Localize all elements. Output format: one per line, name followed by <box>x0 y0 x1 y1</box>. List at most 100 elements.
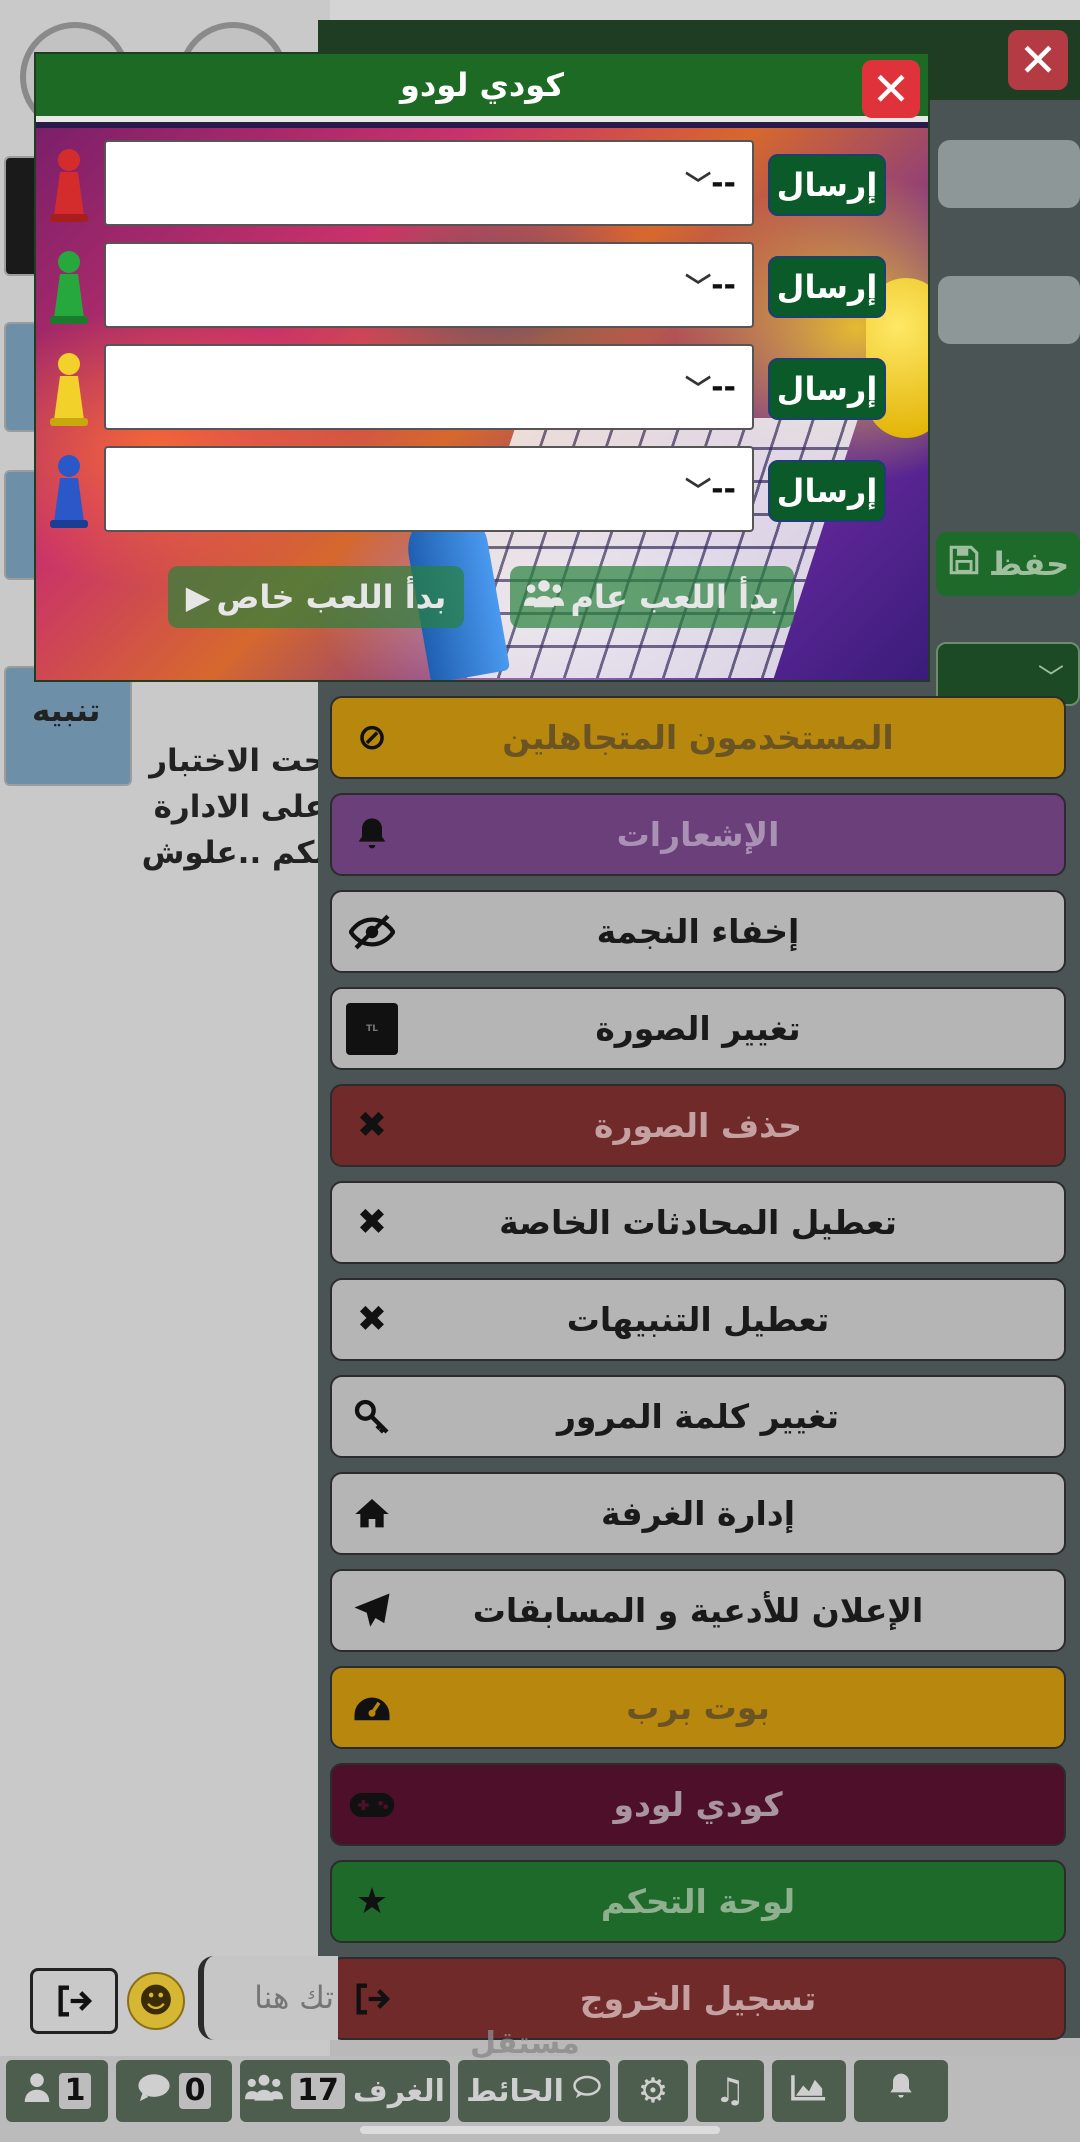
menu-disable-private-chats[interactable]: ✖ تعطيل المحادثات الخاصة <box>330 1181 1066 1264</box>
menu-label: المستخدمون المتجاهلين <box>502 718 894 757</box>
notifications-button[interactable] <box>854 2060 948 2122</box>
send-label: إرسال <box>776 166 878 204</box>
chevron-down-icon: ﹀ <box>685 170 712 201</box>
leave-room-button[interactable] <box>30 1968 118 2034</box>
send-button[interactable]: إرسال <box>768 256 886 318</box>
area-chart-icon <box>790 2072 828 2110</box>
comments-icon <box>572 2073 602 2109</box>
send-button[interactable]: إرسال <box>768 460 886 522</box>
chat-message: تنبيه <box>20 688 220 734</box>
menu-logout[interactable]: تسجيل الخروج <box>330 1957 1066 2040</box>
player-select[interactable]: -- ﹀ <box>104 242 754 328</box>
menu-disable-alerts[interactable]: ✖ تعطيل التنبيهات <box>330 1278 1066 1361</box>
music-button[interactable]: ♫ <box>696 2060 764 2122</box>
menu-delete-photo[interactable]: ✖ حذف الصورة <box>330 1084 1066 1167</box>
menu-hide-star[interactable]: إخفاء النجمة <box>330 890 1066 973</box>
menu-brb-bot[interactable]: بوت برب <box>330 1666 1066 1749</box>
select-value: -- <box>711 165 736 201</box>
blue-pawn-icon <box>50 455 88 528</box>
save-button[interactable]: حفظ <box>936 532 1080 596</box>
chat-line: حت الاختبار <box>149 743 326 779</box>
play-icon: ▶ <box>185 578 211 616</box>
menu-label: تسجيل الخروج <box>579 1979 817 2018</box>
dialog-body: -- ﹀ إرسال -- ﹀ إرسال -- ﹀ إرسال -- ﹀ إر… <box>36 128 928 680</box>
chevron-down-icon: ﹀ <box>685 374 712 405</box>
x-icon: ✖ <box>356 1105 388 1146</box>
menu-label: تعطيل المحادثات الخاصة <box>499 1203 897 1242</box>
yellow-pawn-icon <box>50 353 88 426</box>
dialog-header: كودي لودو <box>36 54 928 122</box>
rooms-button[interactable]: 17 الغرف <box>240 2060 450 2122</box>
play-private-button[interactable]: بدأ اللعب خاص ▶ <box>168 566 464 628</box>
menu-ignored-users[interactable]: ⊘ المستخدمون المتجاهلين <box>330 696 1066 779</box>
chevron-down-icon: ﹀ <box>1038 664 1065 694</box>
chat-line: على الادارة <box>153 789 326 825</box>
key-icon <box>346 1391 398 1443</box>
x-icon: ✖ <box>356 1202 388 1243</box>
send-label: إرسال <box>776 268 878 306</box>
sign-out-icon <box>58 1985 93 2017</box>
ban-icon: ⊘ <box>356 717 388 758</box>
menu-label: الإعلان للأدعية و المسابقات <box>472 1591 924 1630</box>
menu-label: إخفاء النجمة <box>596 912 800 951</box>
users-group-icon <box>245 2072 284 2110</box>
dialog-close-button[interactable]: ✕ <box>862 60 920 118</box>
settings-button[interactable]: ⚙ <box>618 2060 688 2122</box>
star-icon: ★ <box>355 1881 389 1922</box>
private-messages-button[interactable]: 0 <box>116 2060 232 2122</box>
send-label: إرسال <box>776 472 878 510</box>
play-public-button[interactable]: بدأ اللعب عام <box>510 566 794 628</box>
menu-label: حذف الصورة <box>593 1106 803 1145</box>
home-icon <box>346 1488 398 1540</box>
menu-announcements[interactable]: الإعلان للأدعية و المسابقات <box>330 1569 1066 1652</box>
messages-count: 0 <box>178 2073 212 2109</box>
menu-label: تعطيل التنبيهات <box>566 1300 830 1339</box>
chevron-down-icon: ﹀ <box>685 476 712 507</box>
message-input[interactable] <box>198 1956 338 2040</box>
player-row-blue: -- ﹀ إرسال <box>36 444 928 534</box>
send-button[interactable]: إرسال <box>768 154 886 216</box>
menu-notifications[interactable]: الإشعارات <box>330 793 1066 876</box>
menu-label: بوت برب <box>626 1688 770 1727</box>
ludo-dialog: كودي لودو ✕ -- ﹀ إرسال -- ﹀ إرسال -- ﹀ إ… <box>34 52 930 682</box>
red-pawn-icon <box>50 149 88 222</box>
floppy-icon <box>947 543 981 585</box>
paper-plane-icon <box>346 1585 398 1637</box>
gamepad-icon <box>346 1779 398 1831</box>
sign-out-icon <box>346 1973 398 2025</box>
emoji-button[interactable]: ☻ <box>127 1972 185 2030</box>
comment-icon <box>137 2072 171 2110</box>
player-select[interactable]: -- ﹀ <box>104 140 754 226</box>
smiley-icon: ☻ <box>138 1981 174 2021</box>
music-icon: ♫ <box>714 2071 746 2111</box>
users-button[interactable]: 1 <box>6 2060 108 2122</box>
stats-button[interactable] <box>772 2060 846 2122</box>
player-row-yellow: -- ﹀ إرسال <box>36 342 928 432</box>
watermark: مستقل <box>470 2026 580 2061</box>
player-select[interactable]: -- ﹀ <box>104 344 754 430</box>
menu-room-management[interactable]: إدارة الغرفة <box>330 1472 1066 1555</box>
play-private-label: بدأ اللعب خاص <box>216 578 447 616</box>
wall-button[interactable]: الحائط <box>458 2060 610 2122</box>
bell-icon <box>885 2071 917 2111</box>
panel-close-button[interactable]: ✕ <box>1008 30 1068 90</box>
menu-ludo[interactable]: كودي لودو <box>330 1763 1066 1846</box>
menu-change-password[interactable]: تغيير كلمة المرور <box>330 1375 1066 1458</box>
x-icon: ✖ <box>356 1299 388 1340</box>
player-select[interactable]: -- ﹀ <box>104 446 754 532</box>
player-row-green: -- ﹀ إرسال <box>36 240 928 330</box>
rooms-label: الغرف <box>352 2073 445 2109</box>
profile-field[interactable] <box>938 140 1080 208</box>
send-button[interactable]: إرسال <box>768 358 886 420</box>
menu-label: الإشعارات <box>616 815 780 854</box>
profile-field[interactable] <box>938 276 1080 344</box>
select-value: -- <box>711 369 736 405</box>
menu-label: إدارة الغرفة <box>601 1494 796 1533</box>
menu-control-panel[interactable]: ★ لوحة التحكم <box>330 1860 1066 1943</box>
dashboard-icon <box>346 1682 398 1734</box>
user-icon <box>23 2072 51 2110</box>
rooms-count: 17 <box>291 2073 345 2109</box>
menu-change-photo[interactable]: TL تغيير الصورة <box>330 987 1066 1070</box>
chat-line: تنبيه <box>32 693 101 729</box>
player-row-red: -- ﹀ إرسال <box>36 138 928 228</box>
